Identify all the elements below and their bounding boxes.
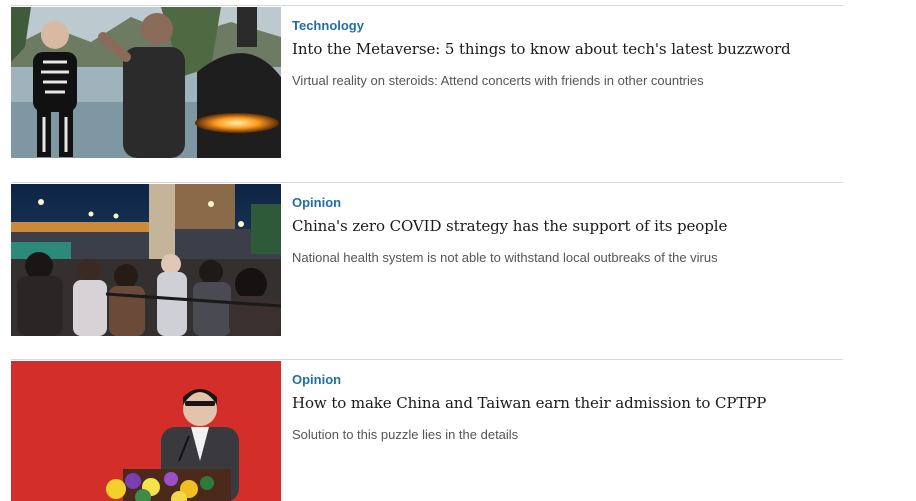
article-headline[interactable]: China's zero COVID strategy has the supp… [292,217,727,235]
article-summary: Virtual reality on steroids: Attend conc… [292,73,704,88]
metaverse-photo [11,7,281,158]
article-summary: Solution to this puzzle lies in the deta… [292,427,519,442]
article-thumbnail[interactable] [11,361,281,501]
covid-crowd-photo [11,184,281,336]
article-thumbnail[interactable] [11,184,281,336]
article-feed: Technology Into the Metaverse: 5 things … [0,0,916,501]
article-category[interactable]: Technology [292,18,364,33]
article-summary: National health system is not able to wi… [292,250,718,265]
article-headline[interactable]: Into the Metaverse: 5 things to know abo… [292,40,791,58]
article-headline[interactable]: How to make China and Taiwan earn their … [292,394,766,412]
article-category[interactable]: Opinion [292,195,341,210]
article-thumbnail[interactable] [11,7,281,158]
article-item[interactable]: Opinion How to make China and Taiwan ear… [11,359,843,501]
speaker-podium-photo [11,361,281,501]
article-category[interactable]: Opinion [292,372,341,387]
article-item[interactable]: Opinion China's zero COVID strategy has … [11,182,843,336]
article-item[interactable]: Technology Into the Metaverse: 5 things … [11,5,843,158]
